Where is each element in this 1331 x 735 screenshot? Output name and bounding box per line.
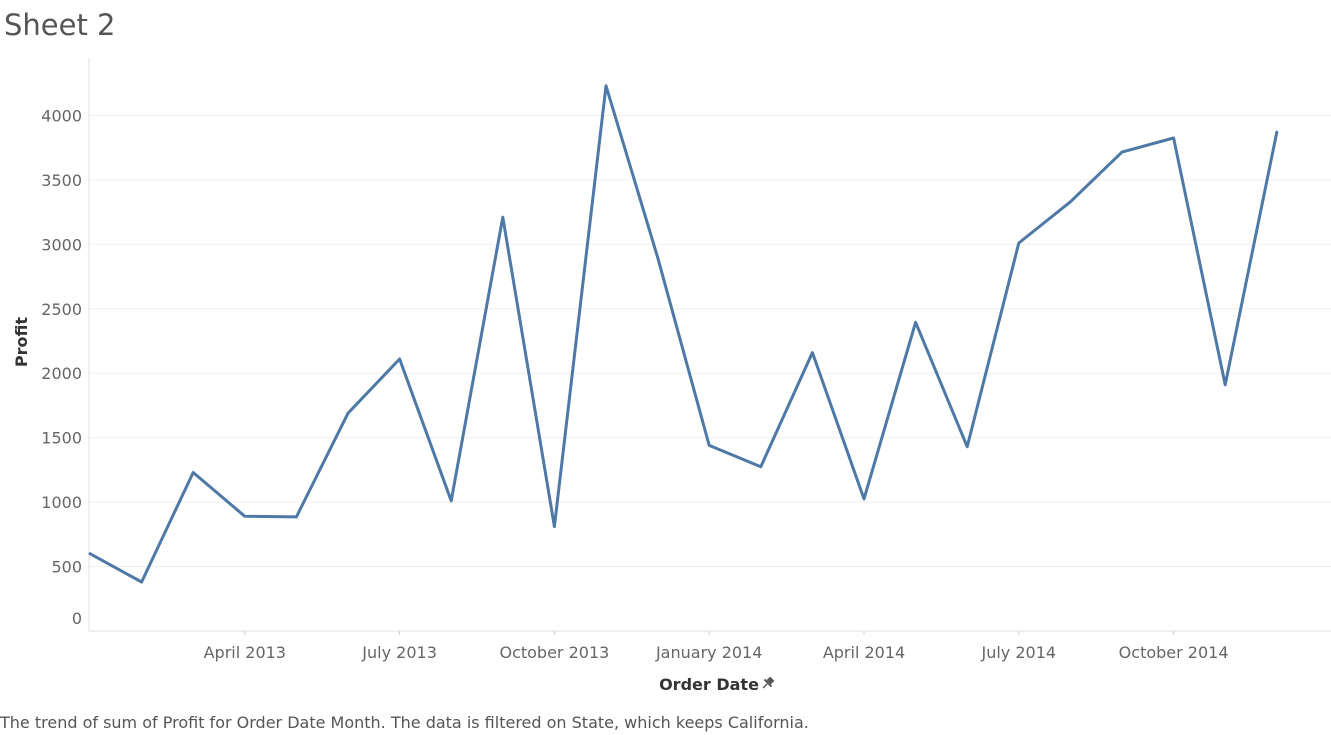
data-point[interactable] — [344, 409, 352, 417]
y-tick-label: 1000 — [41, 493, 82, 512]
data-point[interactable] — [757, 463, 765, 471]
data-point[interactable] — [1015, 239, 1023, 247]
data-point[interactable] — [447, 497, 455, 505]
y-tick-label: 0 — [72, 609, 82, 628]
series-layer — [86, 82, 1281, 586]
y-tick-label: 2500 — [41, 300, 82, 319]
tick-labels: 0 500 1000 1500 2000 2500 3000 3500 4000 April 20… — [41, 106, 1228, 662]
y-axis-title: Profit — [12, 317, 31, 367]
profit-line-chart: 0 500 1000 1500 2000 2500 3000 3500 4000 April 20… — [12, 58, 1331, 694]
x-tick-label: October 2014 — [1119, 643, 1229, 662]
pin-icon[interactable] — [760, 675, 776, 691]
data-point[interactable] — [499, 213, 507, 221]
y-tick-label: 3000 — [41, 235, 82, 254]
x-axis-title: Order Date — [659, 675, 759, 694]
x-tick-label: October 2013 — [499, 643, 609, 662]
y-axis-title-group: Profit — [12, 317, 31, 367]
data-point[interactable] — [1118, 148, 1126, 156]
profit-series-line[interactable] — [88, 84, 1279, 584]
data-point[interactable] — [86, 550, 94, 558]
data-point[interactable] — [550, 523, 558, 531]
data-point[interactable] — [705, 441, 713, 449]
x-tick-label: January 2014 — [655, 643, 762, 662]
data-point[interactable] — [654, 253, 662, 261]
y-tick-label: 3500 — [41, 171, 82, 190]
data-point[interactable] — [138, 578, 146, 586]
chart-caption: The trend of sum of Profit for Order Dat… — [0, 713, 809, 732]
data-point[interactable] — [1221, 381, 1229, 389]
data-point[interactable] — [292, 513, 300, 521]
gridlines — [89, 114, 1331, 568]
data-point[interactable] — [912, 318, 920, 326]
data-point[interactable] — [396, 355, 404, 363]
data-point[interactable] — [241, 512, 249, 520]
data-point[interactable] — [1066, 198, 1074, 206]
data-point[interactable] — [808, 349, 816, 357]
x-tick-label: April 2014 — [823, 643, 905, 662]
y-tick-label: 4000 — [41, 106, 82, 125]
y-tick-label: 2000 — [41, 364, 82, 383]
data-point[interactable] — [189, 468, 197, 476]
x-tick-label: July 2014 — [981, 643, 1057, 662]
data-point[interactable] — [1170, 134, 1178, 142]
data-point[interactable] — [1273, 128, 1281, 136]
data-point[interactable] — [602, 82, 610, 90]
y-tick-label: 500 — [51, 558, 82, 577]
x-tick-label: July 2013 — [361, 643, 437, 662]
x-tick-label: April 2013 — [204, 643, 286, 662]
data-point[interactable] — [860, 495, 868, 503]
y-tick-label: 1500 — [41, 429, 82, 448]
data-point[interactable] — [963, 443, 971, 451]
